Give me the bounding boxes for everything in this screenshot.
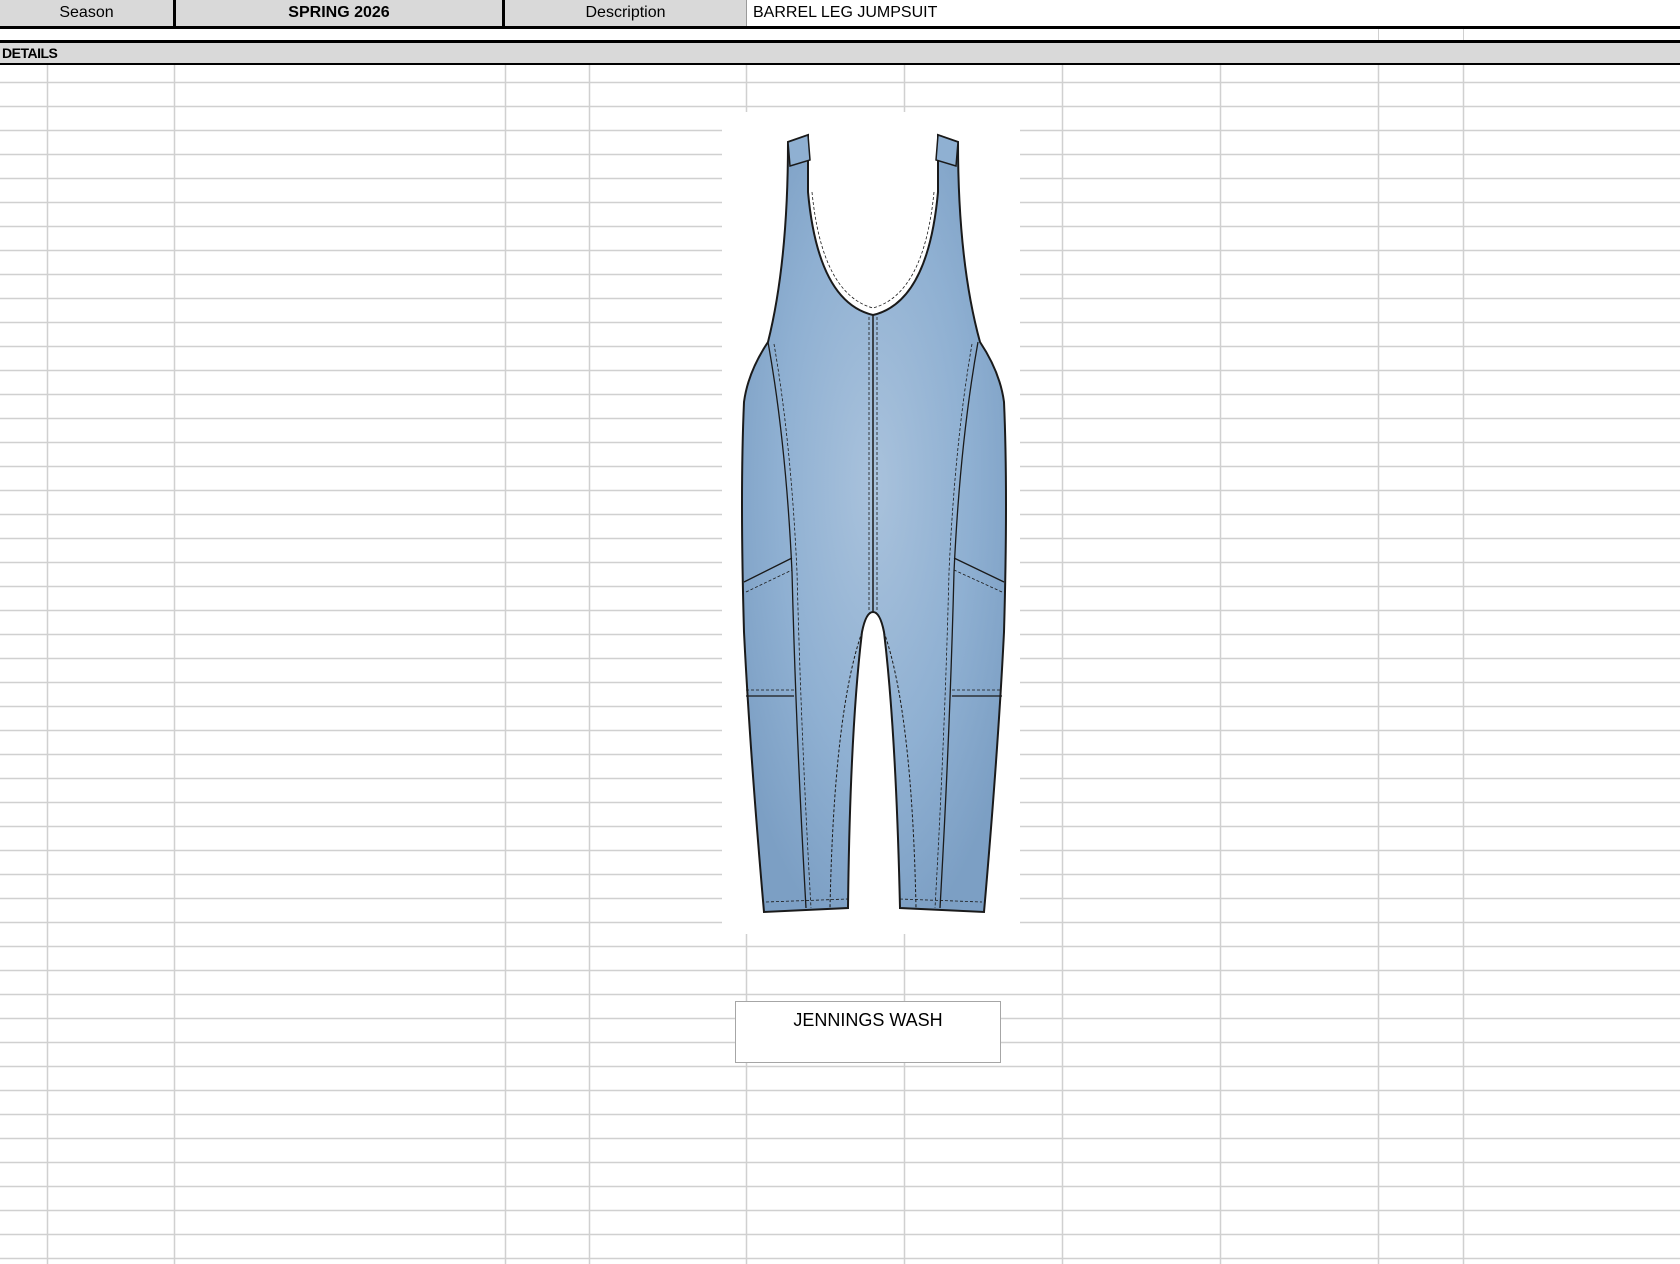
details-section-header[interactable]: DETAILS [0, 43, 1680, 65]
description-label-cell[interactable]: Description [505, 0, 746, 26]
description-value-cell[interactable]: BARREL LEG JUMPSUIT [747, 0, 1680, 26]
jumpsuit-body [741, 133, 1007, 914]
description-value: BARREL LEG JUMPSUIT [753, 4, 938, 21]
left-strap [787, 133, 811, 167]
right-strap [935, 133, 959, 167]
season-label: Season [59, 4, 114, 21]
details-label: DETAILS [2, 45, 58, 61]
header-row: Season SPRING 2026 Description BARREL LE… [0, 0, 1680, 29]
spacer-row [0, 29, 1680, 43]
season-label-cell[interactable]: Season [0, 0, 173, 26]
wash-label-box[interactable]: JENNINGS WASH [735, 1001, 1001, 1063]
season-value: SPRING 2026 [288, 4, 390, 21]
description-label: Description [585, 4, 666, 21]
jumpsuit-sketch-icon [741, 133, 1007, 914]
season-value-cell[interactable]: SPRING 2026 [176, 0, 502, 26]
spacer-gridlines [1378, 29, 1464, 40]
wash-label: JENNINGS WASH [793, 1010, 943, 1030]
garment-sketch-frame[interactable] [722, 112, 1020, 934]
